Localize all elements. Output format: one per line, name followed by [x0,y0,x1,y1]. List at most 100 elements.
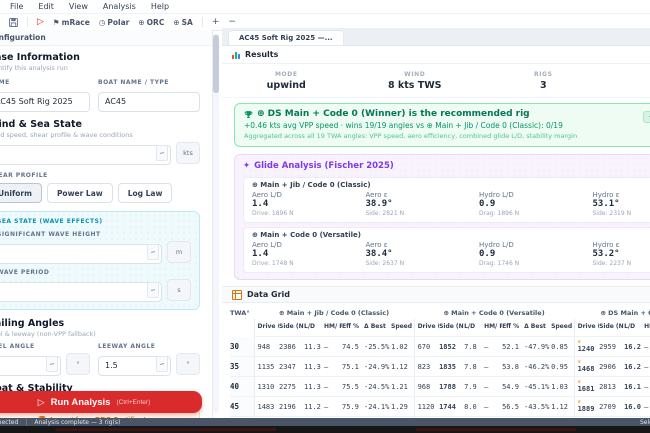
stepper-control[interactable]: ▴▾ [147,282,159,298]
grid-cell: – [324,336,342,357]
grid-cell: 2959 [599,336,625,357]
metric-label: Hydro L/D [479,241,514,249]
menu-analysis[interactable]: Analysis [103,2,136,11]
metric-label: Aero L/D [252,241,282,249]
save-button[interactable] [9,17,18,27]
shear-option-button[interactable]: Uniform [0,183,42,203]
table-row[interactable]: 40 1310 2275 11.3–75.5 -24.5% 1.21 968 1788 7.9… [230,376,650,397]
sailing-angles-title: Sailing Angles [0,318,65,329]
grid-cell: – [644,336,650,357]
metric: Hydro ε 53.2° Side: 2237 N [593,241,650,267]
status-analysis: Analysis complete — 3 rig(s) [34,418,121,426]
grid-twa-cell: 45 [230,396,254,417]
name-input[interactable] [0,91,90,112]
grid-cell: 2386 [279,336,304,357]
grid-cell: 11.3 [304,356,324,377]
grid-cell: 8.0 [464,396,485,417]
stat-label: WIND [404,70,426,78]
grid-cell: 2196 [279,396,304,417]
wave-height-input[interactable] [0,243,162,264]
metric-sub: Drive: 1896 N [252,210,294,217]
wave-height-unit: m [167,241,191,263]
grid-cell: – [644,396,650,417]
table-row[interactable]: 35 1135 2347 11.3–75.1 -24.9% 1.12 823 1835 7.8… [230,356,650,377]
table-grid-icon [232,289,242,300]
status-right: Selected [640,418,650,426]
sailing-angles-subtitle: Heel & leeway (non-VPP fallback) [0,330,96,338]
zoom-in-button[interactable]: + [212,17,220,27]
heel-angle-label: HEEL ANGLE [0,343,35,350]
case-info-title: Case Information [0,52,80,63]
grid-cell: 1310 [253,376,279,397]
grid-cell: 7.8 [464,356,485,377]
stat-value: 3 [539,79,547,91]
run-analysis-button[interactable]: ▷ Run Analysis (Ctrl+Enter) [0,391,202,413]
stat-block: RIGS 3 [479,64,608,97]
toolbar-separator [27,17,28,27]
mrace-button[interactable]: ⚑ mRace [53,18,90,27]
rig-name: ⊕ Main + Jib / Code 0 (Classic) [252,181,371,189]
grid-cell: – [324,396,342,417]
data-grid-table: TWA° ⊕ Main + Jib / Code 0 (Classic) ⊕ Ma… [230,306,650,418]
menu-edit[interactable]: Edit [38,2,54,11]
metrics-row: Aero L/D 1.4 Drive: 1748 N Aero ε 38.4° … [252,241,650,267]
grid-cell: – [484,376,503,397]
stepper-control[interactable]: ▴▾ [156,145,168,161]
stepper-control[interactable]: ▴▾ [46,356,58,372]
grid-cell: 2906 [599,356,625,377]
app-window: File Edit View Analysis Help ▷ ⚑ mRace ◷ Polar… [0,0,650,433]
stepper-control[interactable]: ▴▾ [156,356,168,372]
grid-cell: 16.0 [624,396,645,417]
grid-cell: 52.1 [502,336,525,357]
name-label: NAME [0,79,10,86]
floppy-icon [9,17,18,27]
wave-period-unit: s [167,279,191,301]
grid-cell: 16.2 [624,336,645,357]
metric-value: 53.1° [592,199,620,209]
orc-button[interactable]: ⊕ ORC [138,18,164,27]
wind-sea-subtitle: Wind speed, shear profile & wave conditi… [0,131,133,139]
shear-option-button[interactable]: Log Law [117,183,173,203]
grid-cell: ♛ 1468 [573,356,600,377]
wind-speed-input[interactable] [0,144,171,165]
bottom-strip [0,426,650,433]
boat-name-input[interactable] [98,91,200,112]
leeway-angle-label: LEEWAY ANGLE [98,343,156,350]
case-info-subtitle: Identify this analysis run [0,64,68,72]
run-toolbar-button[interactable]: ▷ [37,17,44,27]
grid-subheader: Side (N) [599,319,625,337]
shear-options: Uniform Power Law Log Law [0,183,200,203]
glide-analysis-section: ✦ Glide Analysis (Fischer 2025) MinAvg ⊕… [234,154,650,280]
grid-body: 30 948 2386 11.3–74.5 -25.5% 1.02 670 1852 7.8–… [230,336,650,418]
metric-value: 38.4° [365,249,393,259]
sa-button[interactable]: ⊕ SA [173,18,193,27]
results-header: Results [222,46,650,64]
tab-case[interactable]: AC45 Soft Rig 2025 —... [228,30,344,45]
zoom-out-button[interactable]: − [228,17,236,27]
polar-icon: ◷ [98,17,106,27]
sidebar-scrollbar[interactable] [213,33,219,413]
shear-option-button[interactable]: Power Law [46,183,113,203]
grid-subheader: Drive (N) [413,319,440,337]
menu-file[interactable]: File [10,2,23,11]
grid-cell: -43.5% [524,396,552,417]
grid-cell: 74.5 [342,336,364,357]
stepper-control[interactable]: ▴▾ [147,244,159,260]
grid-subheader: HM/ RM [644,319,650,337]
metrics-row: Aero L/D 1.4 Drive: 1896 N Aero ε 38.9° … [252,191,650,217]
menu-view[interactable]: View [69,2,88,11]
grid-cell: 1.29 [391,396,415,417]
polar-button[interactable]: ◷ Polar [99,18,130,27]
grid-cell: 53.8 [502,356,525,377]
table-row[interactable]: 45 1483 2196 11.2–75.9 -24.1% 1.29 1120 1744 8.… [230,396,650,417]
grid-cell: -46.2% [524,356,552,377]
scrollbar-thumb[interactable] [213,35,219,93]
table-row[interactable]: 30 948 2386 11.3–74.5 -25.5% 1.02 670 1852 7.8–… [230,336,650,357]
grid-cell: 1.03 [551,376,575,397]
grid-cell: 1835 [439,356,465,377]
grid-cell: 54.9 [502,376,525,397]
configuration-panel: Configuration Case Information Identify … [0,30,213,418]
wave-period-input[interactable] [0,281,162,302]
menu-help[interactable]: Help [151,2,169,11]
grid-cell: 7.9 [464,376,485,397]
